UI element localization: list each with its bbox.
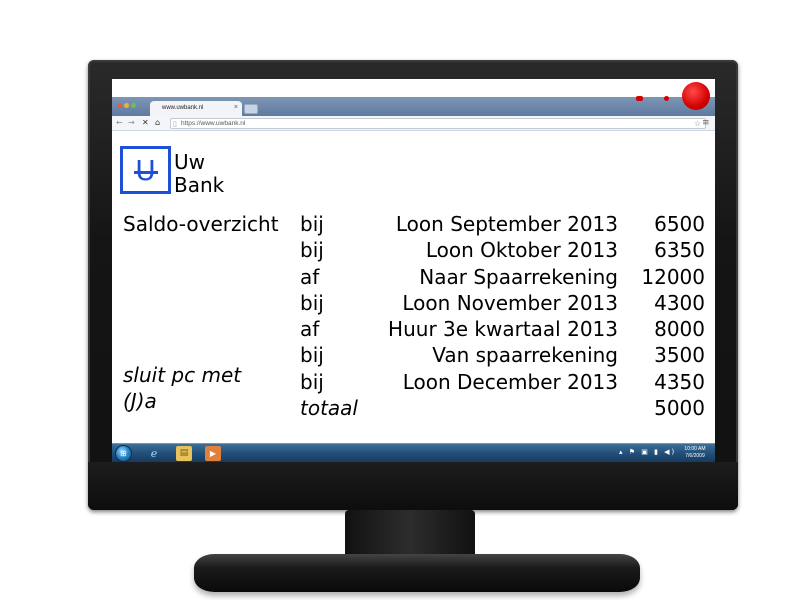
system-tray-icons[interactable]: ▴ ⚑ ▣ ▮ ◀) bbox=[619, 448, 676, 456]
transaction-description: Naar Spaarrekening bbox=[419, 264, 618, 289]
prompt-line2: (J)a bbox=[123, 389, 157, 413]
back-icon[interactable]: ← bbox=[116, 118, 123, 127]
table-row: bij Loon November 2013 4300 bbox=[300, 291, 705, 317]
transaction-type: af bbox=[300, 317, 320, 342]
menu-icon[interactable]: ≡ bbox=[702, 118, 710, 128]
browser-tab[interactable]: www.uwbank.nl × bbox=[150, 101, 242, 116]
shutdown-prompt: sluit pc met (J)a bbox=[123, 362, 241, 414]
logo-strike bbox=[134, 171, 158, 174]
total-row: totaal 5000 bbox=[300, 396, 705, 422]
windows-start-icon: ⊞ bbox=[120, 449, 127, 458]
browser-toolbar: ← → ✕ ⌂ ▯ https://www.uwbank.nl ☆ ≡ bbox=[112, 116, 715, 131]
total-label: totaal bbox=[300, 396, 358, 421]
decorative-red-ball bbox=[682, 82, 710, 110]
close-window-button[interactable] bbox=[117, 103, 122, 108]
clock-date: 7/6/2009 bbox=[685, 453, 705, 459]
transaction-description: Loon September 2013 bbox=[395, 212, 618, 236]
start-button[interactable]: ⊞ bbox=[115, 445, 132, 462]
taskbar: ⊞ ℯ ▤ ▶ ▴ ⚑ ▣ ▮ ◀) 10:00 AM 7/6/2009 bbox=[112, 443, 715, 462]
table-row: bij Van spaarrekening 3500 bbox=[300, 343, 705, 369]
transaction-type: bij bbox=[300, 369, 324, 394]
bookmark-star-icon[interactable]: ☆ bbox=[694, 119, 701, 128]
monitor-stand-base bbox=[194, 554, 640, 592]
maximize-window-button[interactable] bbox=[131, 103, 136, 108]
internet-explorer-icon[interactable]: ℯ bbox=[146, 446, 162, 461]
folder-icon[interactable]: ▤ bbox=[176, 446, 192, 461]
transaction-amount: 8000 bbox=[654, 317, 705, 342]
transaction-amount: 3500 bbox=[654, 343, 705, 368]
transaction-amount: 4350 bbox=[654, 369, 705, 394]
table-row: bij Loon Oktober 2013 6350 bbox=[300, 238, 705, 264]
transaction-description: Huur 3e kwartaal 2013 bbox=[388, 317, 618, 342]
monitor-bottom-bezel bbox=[88, 462, 738, 510]
media-player-icon[interactable]: ▶ bbox=[205, 446, 221, 461]
transaction-amount: 6350 bbox=[654, 238, 705, 263]
transaction-type: af bbox=[300, 264, 320, 289]
transaction-description: Van spaarrekening bbox=[432, 343, 618, 368]
transactions-table: bij Loon September 2013 6500 bij Loon Oktobe… bbox=[300, 212, 705, 422]
transaction-amount: 4300 bbox=[654, 290, 705, 315]
browser-tabstrip: www.uwbank.nl × bbox=[112, 97, 715, 116]
home-icon[interactable]: ⌂ bbox=[155, 118, 160, 127]
transaction-type: bij bbox=[300, 212, 324, 236]
transaction-description: Loon December 2013 bbox=[402, 369, 618, 394]
table-row: af Naar Spaarrekening 12000 bbox=[300, 265, 705, 291]
table-row: bij Loon December 2013 4350 bbox=[300, 370, 705, 396]
stop-icon[interactable]: ✕ bbox=[142, 118, 149, 127]
transaction-type: bij bbox=[300, 290, 324, 315]
url-text: https://www.uwbank.nl bbox=[181, 120, 246, 127]
bank-name-line1: Uw bbox=[174, 150, 205, 174]
transaction-description: Loon November 2013 bbox=[402, 290, 618, 315]
table-row: af Huur 3e kwartaal 2013 8000 bbox=[300, 317, 705, 343]
new-tab-button[interactable] bbox=[244, 104, 258, 114]
bank-name: Uw Bank bbox=[174, 151, 224, 197]
tab-title: www.uwbank.nl bbox=[162, 105, 204, 111]
page-title: Saldo-overzicht bbox=[123, 212, 279, 236]
table-row: bij Loon September 2013 6500 bbox=[300, 212, 705, 238]
minimize-window-button[interactable] bbox=[124, 103, 129, 108]
address-bar[interactable]: ▯ https://www.uwbank.nl ☆ bbox=[170, 118, 706, 129]
bank-name-line2: Bank bbox=[174, 173, 225, 197]
decorative-red-dot bbox=[664, 96, 669, 101]
transaction-type: bij bbox=[300, 343, 324, 368]
screen: www.uwbank.nl × ← → ✕ ⌂ ▯ https://www.uw… bbox=[112, 79, 715, 462]
taskbar-clock[interactable]: 10:00 AM 7/6/2009 bbox=[678, 446, 712, 460]
transaction-description: Loon Oktober 2013 bbox=[425, 238, 618, 263]
decorative-red-shape bbox=[636, 96, 643, 101]
bank-logo[interactable]: U bbox=[120, 146, 171, 194]
tab-close-icon[interactable]: × bbox=[234, 104, 238, 111]
page-icon: ▯ bbox=[173, 121, 177, 128]
transaction-type: bij bbox=[300, 238, 324, 263]
prompt-line1: sluit pc met bbox=[123, 363, 242, 387]
clock-time: 10:00 AM bbox=[684, 446, 706, 452]
forward-icon[interactable]: → bbox=[128, 118, 135, 127]
transaction-amount: 12000 bbox=[641, 264, 705, 289]
transaction-amount: 6500 bbox=[654, 212, 705, 236]
total-amount: 5000 bbox=[654, 396, 705, 421]
